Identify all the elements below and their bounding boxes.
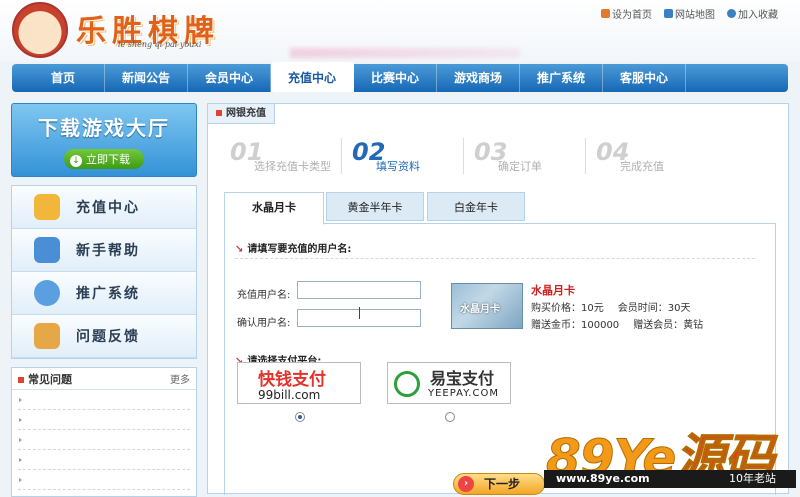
step-2: 02 填写资料 [352, 138, 464, 174]
set-homepage-link[interactable]: 设为首页 [601, 6, 652, 21]
user-icon [34, 280, 60, 306]
side-menu-label: 充值中心 [76, 200, 140, 216]
card-info-row-1: 购买价格：10元 会员时间：30天 [531, 299, 704, 314]
side-menu-feedback[interactable]: 问题反馈 [12, 315, 196, 358]
faq-title: 常见问题 [18, 371, 72, 387]
site-logo-subtitle: le sheng qi pai youxi [118, 40, 202, 49]
faq-header: 常见问题 更多 [12, 368, 196, 390]
square-bullet-icon [216, 110, 222, 116]
step-label: 完成充值 [620, 160, 664, 173]
side-menu-promotion[interactable]: 推广系统 [12, 272, 196, 315]
arrow-right-icon: › [458, 476, 474, 492]
card-tabs: 水晶月卡 黄金半年卡 白金年卡 [224, 192, 776, 225]
left-sidebar: 下载游戏大厅 ↓ 立即下载 充值中心 新手帮助 推广系统 问题反馈 常见问题 更多 [11, 103, 197, 497]
main-nav: 首页 新闻公告 会员中心 充值中心 比赛中心 游戏商场 推广系统 客服中心 [12, 62, 788, 92]
side-menu-label: 新手帮助 [76, 243, 140, 259]
faq-item[interactable] [18, 410, 190, 430]
radio-99bill[interactable] [295, 412, 305, 422]
tab-platinum-year[interactable]: 白金年卡 [427, 192, 525, 221]
faq-item[interactable] [18, 430, 190, 450]
watermark-bar: www.89ye.com 10年老站 [544, 470, 796, 488]
watermark-url: www.89ye.com [556, 472, 650, 485]
username-input[interactable] [297, 281, 421, 299]
yeepay-logo-icon [394, 371, 420, 397]
logo-mascot-icon[interactable] [12, 2, 68, 58]
side-menu-recharge[interactable]: 充值中心 [12, 186, 196, 229]
side-menu: 充值中心 新手帮助 推广系统 问题反馈 [11, 185, 197, 359]
pay-option-99bill[interactable]: 快钱支付 99bill.com [237, 362, 361, 404]
step-label: 选择充值卡类型 [254, 160, 331, 173]
sitemap-link[interactable]: 网站地图 [664, 6, 715, 21]
nav-news[interactable]: 新闻公告 [105, 64, 188, 92]
faq-item[interactable] [18, 470, 190, 490]
download-title: 下载游戏大厅 [38, 116, 170, 140]
faq-box: 常见问题 更多 [11, 367, 197, 497]
step-label: 确定订单 [498, 160, 542, 173]
tab-gold-halfyear[interactable]: 黄金半年卡 [326, 192, 424, 221]
coins-icon [34, 194, 60, 220]
watermark-tag: 10年老站 [729, 472, 776, 485]
pay-name: 易宝支付 [430, 369, 495, 388]
side-menu-help[interactable]: 新手帮助 [12, 229, 196, 272]
pay-option-yeepay[interactable]: 易宝支付 YEEPAY.COM [387, 362, 511, 404]
nav-promotion[interactable]: 推广系统 [520, 64, 603, 92]
card-image: 水晶月卡 [451, 283, 523, 329]
blurred-banner [290, 48, 520, 58]
side-menu-label: 问题反馈 [76, 329, 140, 345]
faq-item[interactable] [18, 390, 190, 410]
download-button-label: 立即下载 [86, 153, 130, 166]
square-bullet-icon [18, 376, 24, 383]
nav-member[interactable]: 会员中心 [188, 64, 271, 92]
nav-home[interactable]: 首页 [22, 64, 105, 92]
card-title: 水晶月卡 [531, 284, 575, 297]
add-favorite-link[interactable]: 加入收藏 [727, 6, 778, 21]
card-member: 赠送会员：黄钻 [633, 320, 704, 331]
step-indicator: 01 选择充值卡类型 02 填写资料 03 确定订单 04 完成充值 [230, 138, 718, 174]
card-info-row-2: 赠送金币：100000 赠送会员：黄钻 [531, 316, 717, 331]
nav-shop[interactable]: 游戏商场 [437, 64, 520, 92]
next-step-button[interactable]: › 下一步 [453, 473, 545, 495]
faq-item[interactable] [18, 450, 190, 470]
step-1: 01 选择充值卡类型 [230, 138, 342, 174]
card-price: 购买价格：10元 [531, 303, 604, 314]
text-cursor-icon [359, 307, 361, 319]
nav-service[interactable]: 客服中心 [603, 64, 686, 92]
pay-domain: YEEPAY.COM [428, 388, 499, 399]
confirm-username-label: 确认用户名: [237, 318, 291, 329]
next-step-label: 下一步 [484, 477, 521, 491]
step-4: 04 完成充值 [596, 138, 708, 174]
tab-crystal-month[interactable]: 水晶月卡 [224, 192, 324, 225]
card-image-text: 水晶月卡 [460, 304, 500, 315]
radio-yeepay[interactable] [445, 412, 455, 422]
step-3: 03 确定订单 [474, 138, 586, 174]
divider [235, 258, 755, 259]
top-links: 设为首页 网站地图 加入收藏 [601, 6, 778, 21]
mail-icon [34, 323, 60, 349]
book-icon [34, 237, 60, 263]
header: 乐胜棋牌 le sheng qi pai youxi 设为首页 网站地图 加入收… [0, 0, 800, 62]
faq-more-link[interactable]: 更多 [170, 371, 190, 386]
card-gold: 赠送金币：100000 [531, 320, 620, 331]
panel-title-tab: 网银充值 [208, 104, 275, 124]
side-menu-label: 推广系统 [76, 286, 140, 302]
sitemap-icon [664, 9, 673, 18]
section-username: 请填写要充值的用户名: [235, 240, 351, 255]
download-button[interactable]: ↓ 立即下载 [64, 149, 144, 169]
star-icon [727, 9, 736, 18]
username-label: 充值用户名: [237, 290, 291, 301]
nav-match[interactable]: 比赛中心 [354, 64, 437, 92]
nav-recharge[interactable]: 充值中心 [271, 62, 354, 92]
faq-title-text: 常见问题 [28, 372, 72, 386]
step-label: 填写资料 [376, 160, 420, 173]
home-icon [601, 9, 610, 18]
download-icon: ↓ [70, 155, 82, 167]
download-banner[interactable]: 下载游戏大厅 ↓ 立即下载 [11, 103, 197, 177]
card-time: 会员时间：30天 [617, 303, 691, 314]
pay-name: 快钱支付 [258, 370, 326, 390]
panel-title: 网银充值 [226, 108, 266, 119]
pay-domain: 99bill.com [258, 388, 321, 402]
watermark: 89Ye源码 www.89ye.com 10年老站 [540, 418, 800, 494]
